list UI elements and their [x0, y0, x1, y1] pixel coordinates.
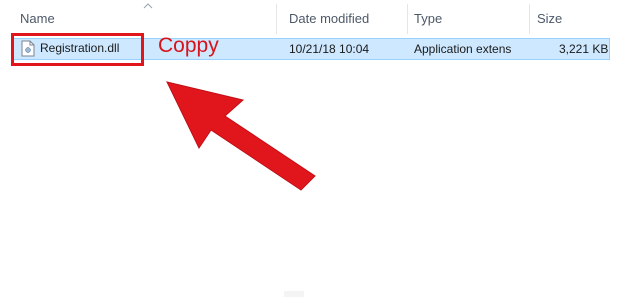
bottom-mark-icon	[284, 291, 304, 297]
column-header-date-modified[interactable]: Date modified	[289, 11, 369, 26]
sort-ascending-icon[interactable]	[143, 2, 153, 10]
red-highlight-box	[11, 33, 144, 66]
file-date-modified: 10/21/18 10:04	[289, 42, 370, 56]
file-type: Application extens	[414, 42, 512, 56]
column-divider[interactable]	[407, 4, 408, 34]
file-size: 3,221 KB	[559, 42, 609, 56]
annotation-label: Coppy	[158, 34, 219, 57]
column-header-size[interactable]: Size	[537, 11, 562, 26]
column-header-type[interactable]: Type	[414, 11, 442, 26]
column-divider[interactable]	[276, 4, 277, 34]
red-arrow-icon	[166, 81, 316, 191]
column-header-name[interactable]: Name	[20, 11, 55, 26]
column-divider[interactable]	[529, 4, 530, 34]
